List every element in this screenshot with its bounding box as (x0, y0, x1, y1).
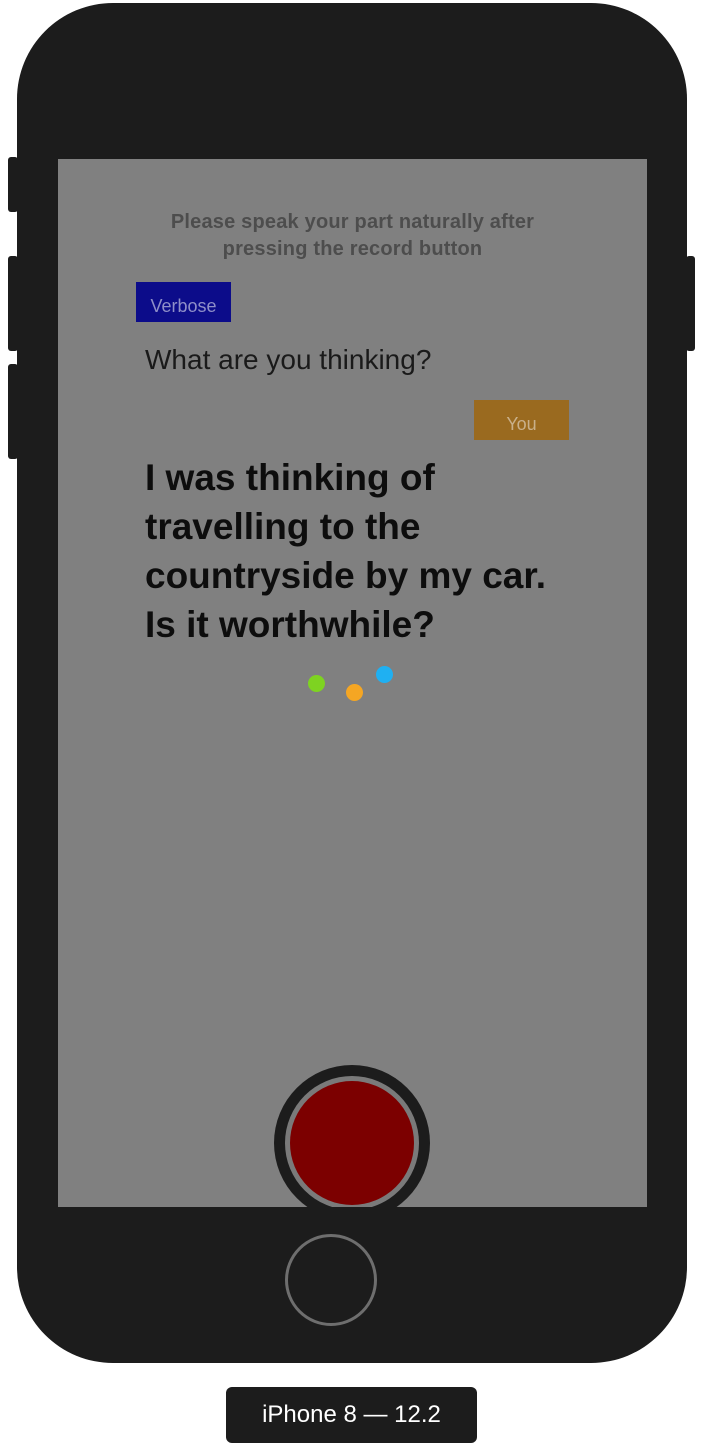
record-button-bezel (274, 1065, 430, 1207)
answer-line: I was thinking of (145, 457, 435, 498)
home-button[interactable] (285, 1234, 377, 1326)
power-button (686, 256, 695, 351)
instruction-line: Please speak your part naturally after (170, 211, 535, 233)
verbose-speaker-tag: Verbose (136, 282, 231, 322)
loading-dot-green (308, 675, 325, 692)
you-speaker-tag: You (474, 400, 569, 440)
device-label: iPhone 8 — 12.2 (226, 1387, 477, 1443)
question-text: What are you thinking? (145, 344, 432, 375)
answer-line: travelling to the (145, 506, 421, 547)
instruction-line: pressing the record button (222, 238, 483, 260)
loading-dot-blue (376, 666, 393, 683)
record-button[interactable] (290, 1081, 414, 1205)
instruction-text: Please speak your part naturally after p… (58, 209, 647, 263)
app-screen: Please speak your part naturally after p… (58, 159, 647, 1207)
answer-text: I was thinking of travelling to the coun… (145, 453, 585, 649)
answer-line: countryside by my car. (145, 555, 547, 596)
loading-dot-orange (346, 684, 363, 701)
record-button-ring (285, 1076, 419, 1207)
answer-line: Is it worthwhile? (145, 604, 435, 645)
